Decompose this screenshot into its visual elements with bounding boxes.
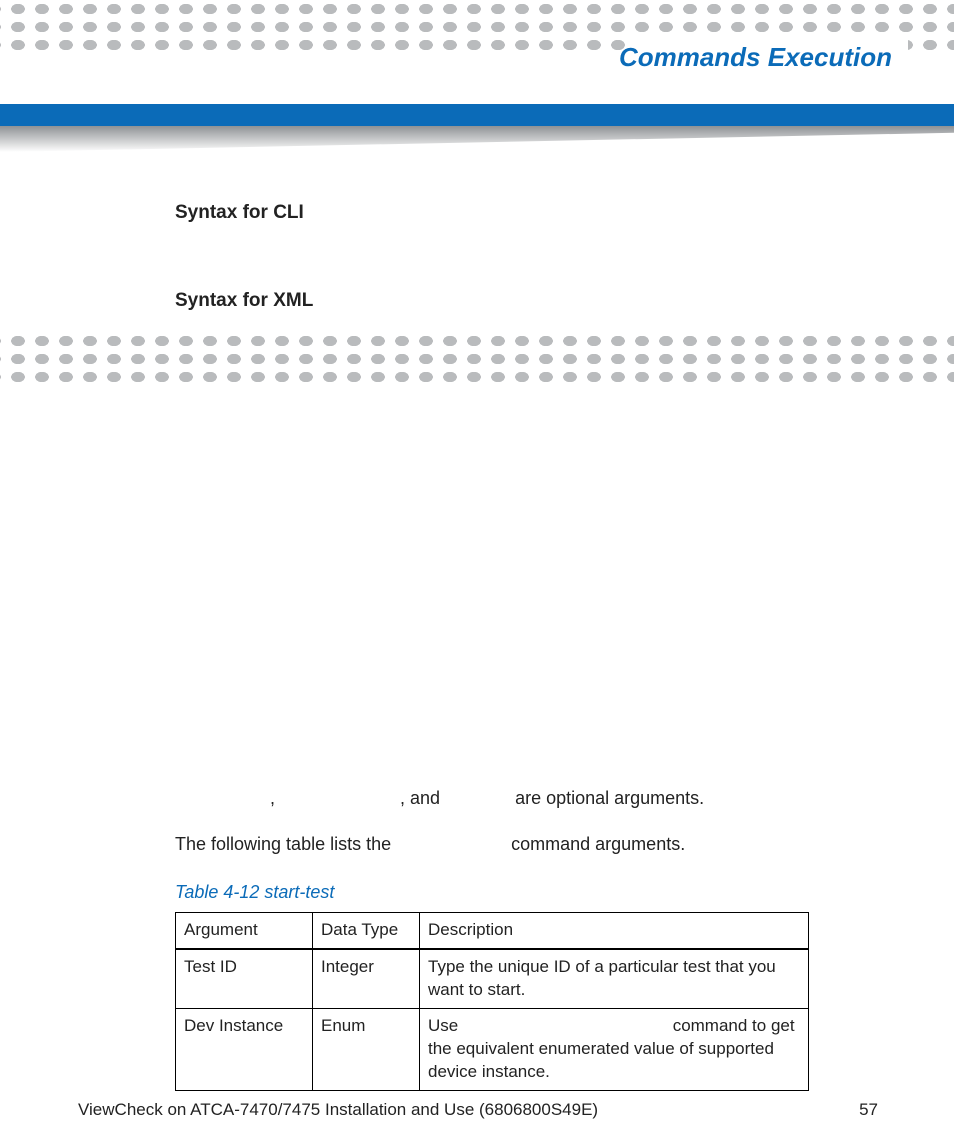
heading-syntax-xml: Syntax for XML: [175, 288, 313, 314]
footer: ViewCheck on ATCA-7470/7475 Installation…: [78, 1100, 878, 1120]
table-intro-prefix: The following table lists the: [175, 834, 396, 854]
cell-description: Use command to get the equivalent enumer…: [420, 1008, 809, 1090]
table-header-datatype: Data Type: [313, 913, 420, 949]
cell-argument: Dev Instance: [176, 1008, 313, 1090]
heading-syntax-cli: Syntax for CLI: [175, 200, 304, 226]
cell-argument: Test ID: [176, 949, 313, 1008]
sep2: , and: [400, 788, 445, 808]
table-header-argument: Argument: [176, 913, 313, 949]
header-blue-bar: [0, 104, 954, 126]
table-intro-suffix: command arguments.: [506, 834, 685, 854]
optional-args-sentence: , , and are optional arguments.: [175, 786, 815, 810]
table-row: Test ID Integer Type the unique ID of a …: [176, 949, 809, 1008]
table-intro-sentence: The following table lists the command ar…: [175, 832, 815, 856]
table-caption: Table 4-12 start-test: [175, 880, 334, 904]
optional-suffix: are optional arguments.: [515, 788, 704, 808]
table-header-row: Argument Data Type Description: [176, 913, 809, 949]
header-grey-wedge: [0, 126, 954, 152]
desc-pre: Use: [428, 1016, 463, 1035]
table-header-description: Description: [420, 913, 809, 949]
cell-datatype: Integer: [313, 949, 420, 1008]
cell-datatype: Enum: [313, 1008, 420, 1090]
cell-description: Type the unique ID of a particular test …: [420, 949, 809, 1008]
page-header-title: Commands Execution: [619, 42, 892, 73]
dotted-bg-mid: [0, 332, 954, 386]
footer-page-number: 57: [859, 1100, 878, 1120]
sep1: ,: [270, 788, 280, 808]
desc-post: command to get the equivalent enumerated…: [428, 1016, 795, 1081]
table-row: Dev Instance Enum Use command to get the…: [176, 1008, 809, 1090]
arguments-table: Argument Data Type Description Test ID I…: [175, 912, 809, 1091]
footer-doc-title: ViewCheck on ATCA-7470/7475 Installation…: [78, 1100, 598, 1119]
